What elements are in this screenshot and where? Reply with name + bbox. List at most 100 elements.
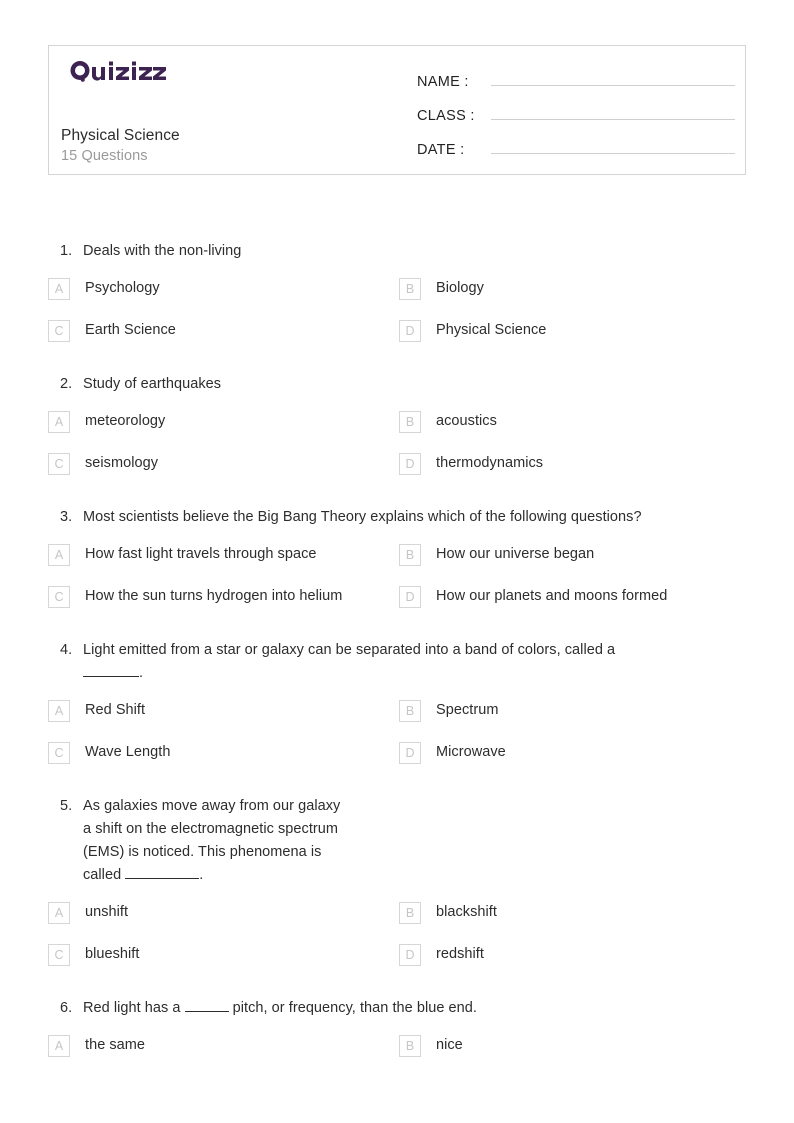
- answer-option-c[interactable]: C Earth Science: [48, 319, 399, 342]
- option-row: C Wave Length D Microwave: [48, 741, 746, 783]
- question-text-line: Most scientists believe the Big Bang The…: [83, 509, 642, 525]
- quizizz-logo: [68, 58, 391, 88]
- answer-option-d[interactable]: D thermodynamics: [399, 452, 746, 475]
- name-field-input[interactable]: [491, 68, 735, 86]
- date-field-row: DATE :: [417, 136, 735, 170]
- class-field-row: CLASS :: [417, 102, 735, 136]
- date-field-input[interactable]: [491, 136, 735, 154]
- question-block: 4. Light emitted from a star or galaxy c…: [0, 627, 794, 783]
- question-number: 4.: [60, 642, 73, 658]
- answer-option-b[interactable]: B How our universe began: [399, 543, 746, 566]
- answer-option-c[interactable]: C How the sun turns hydrogen into helium: [48, 585, 399, 608]
- question-text-line: Deals with the non-living: [83, 243, 242, 259]
- answer-option-d[interactable]: D Physical Science: [399, 319, 746, 342]
- option-row: C Earth Science D Physical Science: [48, 319, 746, 361]
- option-row: A Psychology B Biology: [48, 277, 746, 319]
- question-number: 3.: [60, 509, 73, 525]
- question-head: 5. As galaxies move away from our galaxy…: [48, 783, 746, 887]
- answer-option-a[interactable]: A unshift: [48, 901, 399, 924]
- question-text: As galaxies move away from our galaxy a …: [83, 795, 746, 887]
- option-text: thermodynamics: [436, 455, 544, 471]
- question-text: Red light has a pitch, or frequency, tha…: [83, 997, 746, 1020]
- option-row: C blueshift D redshift: [48, 943, 746, 985]
- answer-options: A Psychology B Biology C Earth Science D…: [48, 277, 746, 361]
- answer-options: A the same B nice: [48, 1034, 746, 1076]
- answer-option-c[interactable]: C blueshift: [48, 943, 399, 966]
- question-text-line: As galaxies move away from our galaxy: [83, 798, 341, 814]
- class-field-label: CLASS :: [417, 108, 475, 124]
- option-text: Physical Science: [436, 322, 547, 338]
- answer-options: A unshift B blackshift C blueshift D red…: [48, 901, 746, 985]
- option-letter-badge: A: [48, 1035, 70, 1057]
- question-head: 6. Red light has a pitch, or frequency, …: [48, 985, 746, 1020]
- option-text: blueshift: [85, 946, 140, 962]
- question-text: Light emitted from a star or galaxy can …: [83, 639, 746, 685]
- option-text: Wave Length: [85, 744, 171, 760]
- answer-options: A Red Shift B Spectrum C Wave Length D M…: [48, 699, 746, 783]
- question-block: 5. As galaxies move away from our galaxy…: [0, 783, 794, 985]
- fill-in-blank[interactable]: [184, 998, 229, 1012]
- option-letter-badge: D: [399, 586, 421, 608]
- question-block: 3. Most scientists believe the Big Bang …: [0, 494, 794, 627]
- question-text-line: a shift on the electromagnetic spectrum: [83, 821, 339, 837]
- question-text: Most scientists believe the Big Bang The…: [83, 506, 746, 529]
- option-text: redshift: [436, 946, 484, 962]
- option-text: Psychology: [85, 280, 160, 296]
- question-text-prefix: called: [83, 867, 126, 883]
- answer-option-a[interactable]: A the same: [48, 1034, 399, 1057]
- question-text-suffix: .: [199, 867, 204, 883]
- option-letter-badge: A: [48, 902, 70, 924]
- class-field-input[interactable]: [491, 102, 735, 120]
- option-letter-badge: A: [48, 278, 70, 300]
- question-text-prefix: Red light has a: [83, 1000, 185, 1016]
- answer-option-c[interactable]: C seismology: [48, 452, 399, 475]
- answer-option-a[interactable]: A Psychology: [48, 277, 399, 300]
- option-row: A Red Shift B Spectrum: [48, 699, 746, 741]
- option-row: A the same B nice: [48, 1034, 746, 1076]
- fill-in-blank[interactable]: [125, 865, 200, 879]
- option-letter-badge: C: [48, 320, 70, 342]
- name-field-row: NAME :: [417, 68, 735, 102]
- option-text: Red Shift: [85, 702, 146, 718]
- question-text-blank-line: .: [83, 662, 746, 685]
- quizizz-logo-icon: [70, 61, 166, 82]
- question-number: 6.: [60, 1000, 73, 1016]
- option-text: meteorology: [85, 413, 166, 429]
- option-letter-badge: C: [48, 453, 70, 475]
- option-row: C seismology D thermodynamics: [48, 452, 746, 494]
- answer-option-b[interactable]: B Biology: [399, 277, 746, 300]
- answer-option-b[interactable]: B nice: [399, 1034, 746, 1057]
- answer-option-b[interactable]: B Spectrum: [399, 699, 746, 722]
- option-letter-badge: B: [399, 700, 421, 722]
- question-block: 6. Red light has a pitch, or frequency, …: [0, 985, 794, 1076]
- option-text: Spectrum: [436, 702, 499, 718]
- question-text-line: Light emitted from a star or galaxy can …: [83, 642, 616, 658]
- option-text: How fast light travels through space: [85, 546, 317, 562]
- question-number: 5.: [60, 798, 73, 814]
- option-letter-badge: D: [399, 320, 421, 342]
- answer-option-c[interactable]: C Wave Length: [48, 741, 399, 764]
- answer-options: A meteorology B acoustics C seismology D…: [48, 410, 746, 494]
- option-text: the same: [85, 1037, 146, 1053]
- option-text: How the sun turns hydrogen into helium: [85, 588, 343, 604]
- option-letter-badge: D: [399, 944, 421, 966]
- question-text: Study of earthquakes: [83, 373, 746, 396]
- question-head: 4. Light emitted from a star or galaxy c…: [48, 627, 746, 685]
- answer-option-a[interactable]: A meteorology: [48, 410, 399, 433]
- answer-option-d[interactable]: D How our planets and moons formed: [399, 585, 746, 608]
- option-text: Microwave: [436, 744, 506, 760]
- answer-option-d[interactable]: D Microwave: [399, 741, 746, 764]
- answer-option-a[interactable]: A Red Shift: [48, 699, 399, 722]
- option-letter-badge: C: [48, 944, 70, 966]
- question-text-blank-line: Red light has a pitch, or frequency, tha…: [83, 997, 746, 1020]
- answer-option-b[interactable]: B blackshift: [399, 901, 746, 924]
- question-text-blank-line: called .: [83, 864, 746, 887]
- question-head: 1. Deals with the non-living: [48, 228, 746, 263]
- answer-option-b[interactable]: B acoustics: [399, 410, 746, 433]
- fill-in-blank[interactable]: [83, 663, 139, 677]
- question-text-line: Study of earthquakes: [83, 376, 222, 392]
- answer-option-d[interactable]: D redshift: [399, 943, 746, 966]
- option-letter-badge: B: [399, 278, 421, 300]
- answer-option-a[interactable]: A How fast light travels through space: [48, 543, 399, 566]
- quiz-question-count: 15 Questions: [61, 148, 148, 164]
